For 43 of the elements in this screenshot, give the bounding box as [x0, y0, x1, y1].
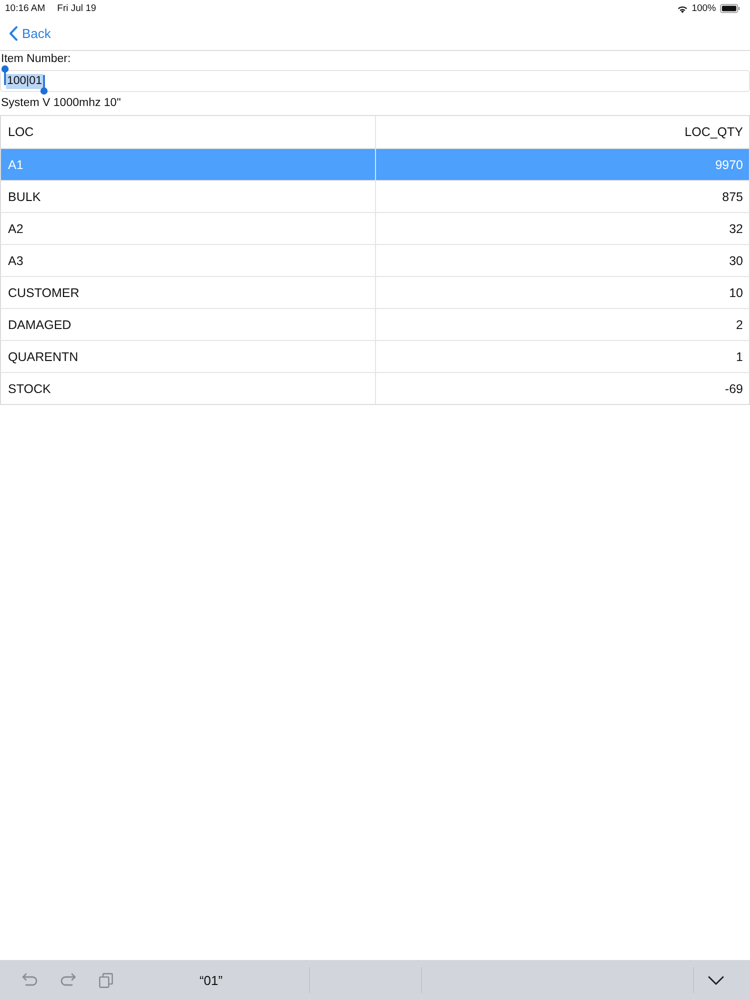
field-value: 100|01 [6, 74, 43, 88]
table-row[interactable]: QUARENTN 1 [1, 340, 749, 372]
table-cell: 10 [375, 277, 749, 308]
selection-handle-icon[interactable] [1, 65, 9, 85]
table-row[interactable]: BULK 875 [1, 180, 749, 212]
selection-handle-icon[interactable] [40, 75, 48, 95]
table-cell-text: A1 [7, 156, 24, 174]
table-cell: 2 [375, 309, 749, 340]
table-cell: 30 [375, 245, 749, 276]
chevron-down-icon [708, 976, 724, 984]
redo-icon [60, 973, 76, 987]
battery-percent: 100% [692, 3, 716, 14]
status-time: 10:16 AM [5, 3, 46, 14]
item-description: System V 1000mhz 10" [0, 96, 122, 110]
copy-icon [99, 972, 113, 988]
undo-icon [22, 973, 38, 987]
wifi-icon [676, 4, 688, 12]
table-row[interactable]: A3 30 [1, 244, 749, 276]
item-number-field[interactable]: 100|01 [0, 70, 750, 92]
table-cell-text: A3 [7, 252, 24, 270]
table-row[interactable]: STOCK -69 [1, 372, 749, 404]
table-row[interactable]: DAMAGED 2 [1, 308, 749, 340]
status-date: Fri Jul 19 [57, 3, 96, 14]
table-row[interactable]: A2 32 [1, 212, 749, 244]
table-row[interactable]: CUSTOMER 10 [1, 276, 749, 308]
table-cell: -69 [375, 373, 749, 404]
table-cell: 9970 [375, 149, 749, 180]
chevron-left-icon [9, 26, 18, 41]
table-cell-text: CUSTOMER [7, 284, 80, 302]
field-label: Item Number: [0, 52, 72, 66]
table-cell-text: QUARENTN [7, 348, 80, 366]
column-header: LOC [7, 124, 35, 141]
suggestion-button[interactable]: “01” [113, 972, 309, 988]
battery-icon [720, 4, 740, 13]
table-cell: 32 [375, 213, 749, 244]
table-cell: 1 [375, 341, 749, 372]
table-cell-text: DAMAGED [7, 316, 72, 334]
table-cell-text: A2 [7, 220, 24, 238]
table-cell: 875 [375, 181, 749, 212]
table-cell-text: STOCK [7, 380, 52, 398]
back-button[interactable]: Back [9, 26, 51, 41]
hide-keyboard-button[interactable] [708, 976, 724, 984]
table-cell-text: BULK [7, 188, 42, 206]
